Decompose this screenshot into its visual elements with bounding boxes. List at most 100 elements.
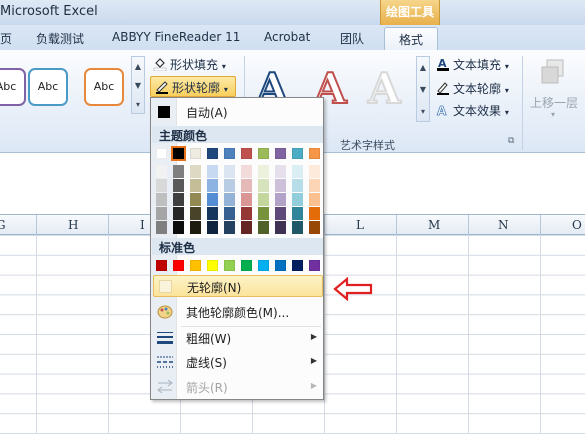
column-header-n[interactable]: N [498,218,509,232]
column-header-i[interactable]: I [140,218,145,232]
theme-shade-swatch[interactable] [292,207,303,220]
theme-shade-swatch[interactable] [190,221,201,234]
shape-style-thumb-purple[interactable]: Abc [0,68,26,106]
standard-color-swatch[interactable] [224,260,235,271]
theme-shade-swatch[interactable] [207,207,218,220]
bring-forward-icon[interactable] [540,58,566,86]
menu-item-dashes[interactable]: 虚线(S) ▶ [153,351,323,373]
theme-shade-swatch[interactable] [275,207,286,220]
theme-shade-swatch[interactable] [190,179,201,192]
column-header-o[interactable]: O [572,218,582,232]
column-divider[interactable] [36,215,37,235]
tab-team[interactable]: 团队 [340,30,364,47]
theme-color-swatch[interactable] [275,148,286,159]
theme-color-swatch[interactable] [207,148,218,159]
theme-color-swatch[interactable] [156,148,167,159]
tab-load-test[interactable]: 负载测试 [36,30,84,47]
theme-color-swatch[interactable] [292,148,303,159]
menu-item-weight[interactable]: 粗细(W) ▶ [153,327,323,349]
theme-shade-swatch[interactable] [241,193,252,206]
theme-shade-swatch[interactable] [292,165,303,178]
theme-shade-swatch[interactable] [275,193,286,206]
scroll-down-icon[interactable]: ▼ [417,79,429,101]
gallery-more-icon[interactable]: ▾ [132,95,144,114]
column-divider[interactable] [468,215,469,235]
column-divider[interactable] [540,215,541,235]
theme-shade-swatch[interactable] [241,179,252,192]
menu-item-arrows[interactable]: 箭头(R) ▶ [153,376,323,398]
theme-shade-swatch[interactable] [224,165,235,178]
tab-format[interactable]: 格式 [384,27,439,51]
theme-shade-swatch[interactable] [173,207,184,220]
text-effects-button[interactable]: A 文本效果 ▾ [436,102,509,119]
theme-shade-swatch[interactable] [190,165,201,178]
theme-shade-swatch[interactable] [190,207,201,220]
theme-shade-swatch[interactable] [173,165,184,178]
column-header-h[interactable]: H [68,218,78,232]
theme-shade-swatch[interactable] [156,179,167,192]
theme-shade-swatch[interactable] [258,221,269,234]
theme-shade-swatch[interactable] [258,165,269,178]
standard-color-swatch[interactable] [156,260,167,271]
shape-fill-button[interactable]: 形状填充 ▾ [153,56,226,73]
scroll-up-icon[interactable]: ▲ [417,57,429,79]
dialog-launcher-icon[interactable]: ⧉ [508,136,514,146]
theme-shade-swatch[interactable] [309,179,320,192]
text-outline-button[interactable]: 文本轮廓 ▾ [436,80,509,97]
standard-color-swatch[interactable] [241,260,252,271]
theme-shade-swatch[interactable] [207,179,218,192]
theme-shade-swatch[interactable] [241,207,252,220]
theme-shade-swatch[interactable] [309,221,320,234]
tab-abbyy-finereader[interactable]: ABBYY FineReader 11 [112,30,240,44]
theme-color-swatch[interactable] [258,148,269,159]
standard-color-swatch[interactable] [173,260,184,271]
theme-shade-swatch[interactable] [292,193,303,206]
theme-shade-swatch[interactable] [156,193,167,206]
theme-shade-swatch[interactable] [309,193,320,206]
dropdown-arrow-icon[interactable]: ▾ [551,110,555,119]
gallery-more-icon[interactable]: ▾ [417,101,429,123]
theme-shade-swatch[interactable] [309,207,320,220]
theme-shade-swatch[interactable] [156,207,167,220]
menu-item-automatic[interactable]: 自动(A) [153,101,323,123]
standard-color-swatch[interactable] [190,260,201,271]
column-divider[interactable] [396,215,397,235]
theme-shade-swatch[interactable] [224,221,235,234]
theme-shade-swatch[interactable] [207,193,218,206]
theme-color-swatch[interactable] [224,148,235,159]
text-fill-button[interactable]: A 文本填充 ▾ [436,56,509,73]
shape-style-thumb-orange[interactable]: Abc [84,68,124,106]
shape-outline-button[interactable]: 形状轮廓 ▾ [150,76,236,97]
theme-shade-swatch[interactable] [258,179,269,192]
column-header-l[interactable]: L [356,218,364,232]
theme-color-swatch[interactable] [309,148,320,159]
theme-shade-swatch[interactable] [241,221,252,234]
standard-color-swatch[interactable] [309,260,320,271]
theme-shade-swatch[interactable] [224,207,235,220]
theme-shade-swatch[interactable] [173,221,184,234]
theme-shade-swatch[interactable] [258,193,269,206]
theme-shade-swatch[interactable] [258,207,269,220]
theme-shade-swatch[interactable] [224,179,235,192]
standard-color-swatch[interactable] [258,260,269,271]
menu-item-more-colors[interactable]: 其他轮廓颜色(M)... [153,301,323,323]
standard-color-swatch[interactable] [292,260,303,271]
standard-color-swatch[interactable] [275,260,286,271]
theme-color-swatch[interactable] [190,148,201,159]
menu-item-no-outline[interactable]: 无轮廓(N) [153,275,323,297]
theme-shade-swatch[interactable] [275,179,286,192]
shape-styles-gallery-scroll[interactable]: ▲ ▼ ▾ [131,56,145,114]
tab-acrobat[interactable]: Acrobat [264,30,310,44]
bring-forward-button[interactable]: 上移一层 [530,94,578,111]
theme-shade-swatch[interactable] [173,193,184,206]
theme-shade-swatch[interactable] [292,221,303,234]
column-header-g[interactable]: G [0,218,6,232]
theme-shade-swatch[interactable] [156,165,167,178]
theme-shade-swatch[interactable] [224,193,235,206]
column-divider[interactable] [108,215,109,235]
theme-shade-swatch[interactable] [156,221,167,234]
theme-shade-swatch[interactable] [292,179,303,192]
scroll-up-icon[interactable]: ▲ [132,57,144,76]
theme-shade-swatch[interactable] [241,165,252,178]
theme-shade-swatch[interactable] [275,165,286,178]
